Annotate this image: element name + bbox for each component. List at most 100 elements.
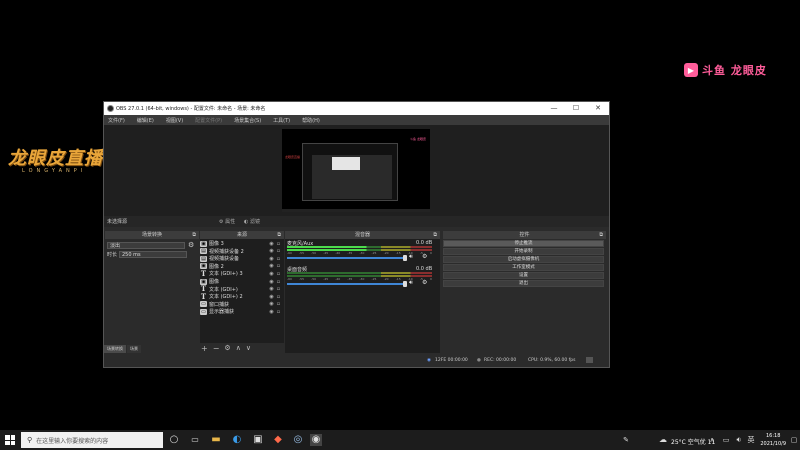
live-status: 12FE 00:00:00 <box>435 358 468 363</box>
properties-button[interactable]: ⚙ 属性 <box>219 218 235 225</box>
start-windows-icon[interactable] <box>5 435 15 445</box>
float-icon[interactable]: ⧉ <box>277 231 281 239</box>
store-icon[interactable]: ▣ <box>252 434 264 446</box>
speaker-icon[interactable]: 🔊︎ <box>409 279 413 287</box>
source-item[interactable]: ▣ 图像 3 ◉ ▫ <box>200 240 282 247</box>
transition-type-select[interactable]: 淡出 <box>107 241 185 249</box>
float-icon[interactable]: ⧉ <box>599 231 603 239</box>
move-up-icon[interactable]: ∧ <box>236 344 241 353</box>
tab-transitions[interactable]: 场景转换 <box>104 345 126 353</box>
menu-profile[interactable]: 配置文件(P) <box>195 117 222 124</box>
selected-source-label: 未选择源 <box>107 219 128 225</box>
visibility-eye-icon[interactable]: ◉ <box>268 271 275 277</box>
meter-tick-label: -45 <box>323 251 329 255</box>
stop-streaming-button[interactable]: 停止推流 <box>443 240 604 247</box>
lock-icon[interactable]: ▫ <box>275 263 282 269</box>
source-item[interactable]: ▣ 图像 ◉ ▫ <box>200 278 282 285</box>
system-clock[interactable]: 16:18 2021/10/9 <box>760 432 786 448</box>
mixer-channel-2-volume-slider[interactable] <box>287 281 407 287</box>
transition-type-row: 淡出 ⚙ <box>107 241 194 249</box>
rec-status: REC: 00:00:00 <box>484 358 517 363</box>
lock-icon[interactable]: ▫ <box>275 279 282 285</box>
lock-icon[interactable]: ▫ <box>275 309 282 315</box>
source-item[interactable]: ▤ 视频捕获设备 2 ◉ ▫ <box>200 248 282 255</box>
visibility-eye-icon[interactable]: ◉ <box>268 286 275 292</box>
lock-icon[interactable]: ▫ <box>275 256 282 262</box>
source-item[interactable]: ▤ 视频捕获设备 ◉ ▫ <box>200 255 282 262</box>
duration-input[interactable]: 250 ms <box>119 251 187 258</box>
source-properties-gear-icon[interactable]: ⚙ <box>224 344 230 353</box>
start-virtual-camera-button[interactable]: 启动虚拟摄像机 <box>443 256 604 263</box>
task-view-icon[interactable]: ▭ <box>189 434 201 446</box>
speaker-icon[interactable]: 🔊︎ <box>409 253 413 261</box>
source-item-label: 文本 (GDI+) 3 <box>209 271 243 278</box>
menu-tools[interactable]: 工具(T) <box>273 117 290 124</box>
lock-icon[interactable]: ▫ <box>275 241 282 247</box>
obs-taskbar-icon[interactable]: ◉ <box>310 434 322 446</box>
remove-source-button[interactable]: − <box>213 344 220 353</box>
move-down-icon[interactable]: ∨ <box>246 344 251 353</box>
video-capture-icon: ▤ <box>200 248 207 255</box>
lock-icon[interactable]: ▫ <box>275 301 282 307</box>
visibility-eye-icon[interactable]: ◉ <box>268 294 275 300</box>
file-explorer-icon[interactable]: ▬ <box>210 434 222 446</box>
source-item[interactable]: ▣ 图像 2 ◉ ▫ <box>200 263 282 270</box>
visibility-eye-icon[interactable]: ◉ <box>268 279 275 285</box>
ime-icon[interactable]: 英 <box>745 434 757 446</box>
float-icon[interactable]: ⧉ <box>433 231 437 239</box>
visibility-eye-icon[interactable]: ◉ <box>268 256 275 262</box>
menu-file[interactable]: 文件(F) <box>108 117 125 124</box>
chevron-up-icon[interactable]: ∧ <box>706 434 718 446</box>
lock-icon[interactable]: ▫ <box>275 294 282 300</box>
exit-button[interactable]: 退出 <box>443 280 604 287</box>
visibility-eye-icon[interactable]: ◉ <box>268 309 275 315</box>
channel-settings-gear-icon[interactable]: ⚙ <box>422 253 427 260</box>
maximize-button[interactable]: ☐ <box>565 102 587 115</box>
source-item[interactable]: T 文本 (GDI+) 2 ◉ ▫ <box>200 293 282 301</box>
source-item[interactable]: ▭ 窗口捕获 ◉ ▫ <box>200 301 282 308</box>
tab-scenes[interactable]: 场景 <box>127 345 141 353</box>
start-recording-button[interactable]: 开始录制 <box>443 248 604 255</box>
meter-tick-label: 0 <box>430 251 432 255</box>
source-item[interactable]: T 文本 (GDI+) ◉ ▫ <box>200 285 282 293</box>
notification-icon[interactable]: ▢ <box>788 434 800 446</box>
taskbar-search-box[interactable]: ⚲ 在这里输入你要搜索的内容 <box>21 432 163 448</box>
pen-icon[interactable]: ✎ <box>620 434 632 446</box>
menu-view[interactable]: 视图(V) <box>166 117 183 124</box>
steam-icon[interactable]: ◎ <box>292 434 304 446</box>
lock-icon[interactable]: ▫ <box>275 271 282 277</box>
source-item-label: 文本 (GDI+) 2 <box>209 294 243 301</box>
preview-canvas[interactable]: 斗鱼 龙眼皮 龙眼皮直播 <box>282 129 430 212</box>
add-source-button[interactable]: + <box>201 344 208 353</box>
cortana-icon[interactable]: ○ <box>168 434 180 446</box>
window-titlebar[interactable]: OBS 27.0.1 (64-bit, windows) - 配置文件: 未命名… <box>104 102 609 115</box>
visibility-eye-icon[interactable]: ◉ <box>268 301 275 307</box>
menu-help[interactable]: 帮助(H) <box>302 117 320 124</box>
source-item-label: 视频捕获设备 2 <box>209 248 244 255</box>
resize-grip[interactable] <box>586 357 593 363</box>
close-button[interactable]: ✕ <box>587 102 609 115</box>
minimize-button[interactable]: — <box>543 102 565 115</box>
network-icon[interactable]: ▭ <box>720 434 732 446</box>
meter-tick-label: -20 <box>383 251 389 255</box>
source-item-label: 图像 3 <box>209 241 224 247</box>
settings-button[interactable]: 设置 <box>443 272 604 279</box>
channel-settings-gear-icon[interactable]: ⚙ <box>422 279 427 286</box>
source-item[interactable]: T 文本 (GDI+) 3 ◉ ▫ <box>200 270 282 278</box>
transition-settings-gear-icon[interactable]: ⚙ <box>188 241 194 249</box>
menu-edit[interactable]: 编辑(E) <box>137 117 154 124</box>
source-item[interactable]: ▭ 显示器捕获 ◉ ▫ <box>200 308 282 315</box>
volume-icon[interactable]: 🔉︎ <box>733 434 745 446</box>
app-icon[interactable]: ◆ <box>272 434 284 446</box>
edge-icon[interactable]: ◐ <box>231 434 243 446</box>
lock-icon[interactable]: ▫ <box>275 286 282 292</box>
menu-scene-collection[interactable]: 场景集合(S) <box>234 117 261 124</box>
mixer-channel-1-volume-slider[interactable] <box>287 255 407 261</box>
visibility-eye-icon[interactable]: ◉ <box>268 263 275 269</box>
visibility-eye-icon[interactable]: ◉ <box>268 248 275 254</box>
lock-icon[interactable]: ▫ <box>275 248 282 254</box>
float-icon[interactable]: ⧉ <box>192 231 196 239</box>
filters-button[interactable]: ◐ 滤镜 <box>244 218 260 225</box>
studio-mode-button[interactable]: 工作室模式 <box>443 264 604 271</box>
visibility-eye-icon[interactable]: ◉ <box>268 241 275 247</box>
